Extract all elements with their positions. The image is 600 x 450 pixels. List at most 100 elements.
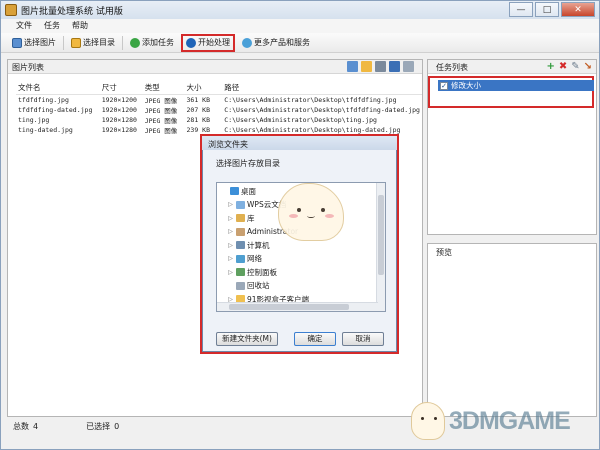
select-folder-button[interactable]: 选择目录 xyxy=(68,34,118,52)
total-count: 4 xyxy=(33,421,39,431)
add-task-icon[interactable]: + xyxy=(546,61,554,72)
new-folder-button[interactable]: 新建文件夹(M) xyxy=(216,332,278,346)
task-tools: + ✖ ✎ ↘ xyxy=(546,61,592,72)
dimensions-cell: 1920×1200 xyxy=(101,106,137,114)
task-item-label: 修改大小 xyxy=(451,81,481,90)
watermark-mascot-image xyxy=(411,402,445,440)
library-icon xyxy=(236,214,245,222)
mascot-eye xyxy=(321,208,325,212)
path-cell: C:\Users\Administrator\Desktop\ting.jpg xyxy=(224,116,377,124)
folder-tree-label: 网络 xyxy=(247,254,262,263)
file-name-cell: tfdfdfing.jpg xyxy=(18,96,69,104)
start-processing-button[interactable]: 开始处理 xyxy=(181,33,235,52)
task-list-title: 任务列表 xyxy=(436,63,468,72)
mascot-eye xyxy=(421,417,424,420)
folder-tree-label: 桌面 xyxy=(241,186,256,196)
close-button[interactable]: ✕ xyxy=(561,2,595,17)
expand-arrow-icon[interactable]: ▷ xyxy=(227,255,234,262)
network-icon xyxy=(236,254,245,263)
toolbar: 选择图片 选择目录 添加任务 开始处理 更多产品和服务 xyxy=(1,33,599,53)
computer-icon xyxy=(236,241,245,249)
column-header[interactable]: 文件名 xyxy=(16,82,100,95)
table-row[interactable]: tfdfdfing-dated.jpg 1920×1200 JPEG 图像 20… xyxy=(16,105,422,115)
view-mode-icon[interactable] xyxy=(403,61,414,72)
folder-icon xyxy=(71,37,81,48)
add-task-button[interactable]: 添加任务 xyxy=(127,34,177,52)
delete-icon[interactable] xyxy=(389,61,400,72)
more-products-label: 更多产品和服务 xyxy=(254,38,310,47)
image-list-tools xyxy=(347,61,414,72)
task-checkbox[interactable]: ✓ xyxy=(440,81,448,90)
folder-tree-item[interactable]: 回收站 xyxy=(227,280,270,292)
image-icon xyxy=(12,37,22,48)
table-header-row: 文件名 尺寸 类型 大小 路径 xyxy=(16,82,422,95)
menu-file[interactable]: 文件 xyxy=(13,19,35,33)
task-item[interactable]: ✓ 修改大小 xyxy=(438,80,594,91)
expand-arrow-icon[interactable]: ▷ xyxy=(227,201,234,208)
tree-horizontal-scrollbar[interactable] xyxy=(217,302,378,311)
column-header[interactable]: 类型 xyxy=(142,82,185,95)
cancel-button[interactable]: 取消 xyxy=(342,332,384,346)
folder-tree-item[interactable]: 桌面 xyxy=(221,185,256,197)
folder-tree-label: 库 xyxy=(247,213,255,223)
menu-task[interactable]: 任务 xyxy=(41,19,63,33)
move-task-icon[interactable]: ↘ xyxy=(584,61,592,72)
column-header[interactable]: 尺寸 xyxy=(99,82,143,95)
add-task-label: 添加任务 xyxy=(142,38,174,47)
toolbar-separator xyxy=(122,35,123,50)
preview-panel: 预览 xyxy=(427,243,597,417)
ok-button[interactable]: 确定 xyxy=(294,332,336,346)
preview-title: 预览 xyxy=(436,248,452,257)
dimensions-cell: 1920×1200 xyxy=(101,96,137,104)
expand-arrow-icon[interactable]: ▷ xyxy=(227,228,234,235)
file-name-cell: tfdfdfing-dated.jpg xyxy=(18,106,93,114)
size-cell: 361 KB xyxy=(186,96,210,104)
menu-help[interactable]: 帮助 xyxy=(69,19,91,33)
menu-bar: 文件 任务 帮助 xyxy=(1,19,599,33)
dialog-subtitle: 选择图片存放目录 xyxy=(216,159,280,168)
start-processing-label: 开始处理 xyxy=(198,38,230,47)
folder-tree-item[interactable]: ▷ 计算机 xyxy=(227,239,270,251)
delete-task-icon[interactable]: ✖ xyxy=(559,61,567,72)
expand-arrow-icon[interactable]: ▷ xyxy=(227,269,234,276)
path-cell: C:\Users\Administrator\Desktop\tfdfdfing… xyxy=(224,106,420,114)
image-settings-icon[interactable] xyxy=(375,61,386,72)
type-cell: JPEG 图像 xyxy=(144,97,178,105)
globe-icon xyxy=(242,37,252,48)
tree-vertical-scrollbar[interactable] xyxy=(376,183,385,311)
expand-arrow-icon[interactable]: ▷ xyxy=(227,215,234,222)
column-header[interactable]: 大小 xyxy=(184,82,223,95)
table-row[interactable]: ting.jpg 1920×1280 JPEG 图像 281 KB C:\Use… xyxy=(16,115,422,125)
edit-task-icon[interactable]: ✎ xyxy=(571,61,579,72)
image-list-header: 图片列表 xyxy=(8,60,422,74)
open-folder-icon[interactable] xyxy=(361,61,372,72)
column-header[interactable]: 路径 xyxy=(222,82,422,95)
more-products-button[interactable]: 更多产品和服务 xyxy=(239,34,313,52)
app-window: 图片批量处理系统 试用版 — □ ✕ 文件 任务 帮助 选择图片 选择目录 添加… xyxy=(0,0,600,450)
mascot-mouth xyxy=(307,214,315,218)
type-cell: JPEG 图像 xyxy=(144,117,178,125)
expand-arrow-icon[interactable]: ▷ xyxy=(227,242,234,249)
folder-tree-label: 回收站 xyxy=(247,281,270,290)
maximize-button[interactable]: □ xyxy=(535,2,559,17)
select-images-button[interactable]: 选择图片 xyxy=(9,34,59,52)
mascot-blush xyxy=(325,214,334,218)
folder-tree-item[interactable]: ▷ 库 xyxy=(227,212,255,224)
toolbar-separator xyxy=(63,35,64,50)
control-panel-icon xyxy=(236,268,245,276)
select-folder-label: 选择目录 xyxy=(83,38,115,47)
play-icon xyxy=(186,37,196,48)
tree-scroll-thumb[interactable] xyxy=(378,195,384,275)
folder-tree-label: 计算机 xyxy=(247,240,270,250)
table-row[interactable]: tfdfdfing.jpg 1920×1200 JPEG 图像 361 KB C… xyxy=(16,95,422,105)
folder-tree-item[interactable]: ▷ 网络 xyxy=(227,253,262,265)
title-bar[interactable]: 图片批量处理系统 试用版 — □ ✕ xyxy=(1,1,599,19)
tree-hscroll-thumb[interactable] xyxy=(229,304,349,310)
folder-tree-item[interactable]: ▷ 控制面板 xyxy=(227,266,277,278)
add-image-icon[interactable] xyxy=(347,61,358,72)
minimize-button[interactable]: — xyxy=(509,2,533,17)
size-cell: 281 KB xyxy=(186,116,210,124)
selected-label: 已选择 xyxy=(86,421,111,431)
type-cell: JPEG 图像 xyxy=(144,107,178,115)
dimensions-cell: 1920×1280 xyxy=(101,126,137,134)
